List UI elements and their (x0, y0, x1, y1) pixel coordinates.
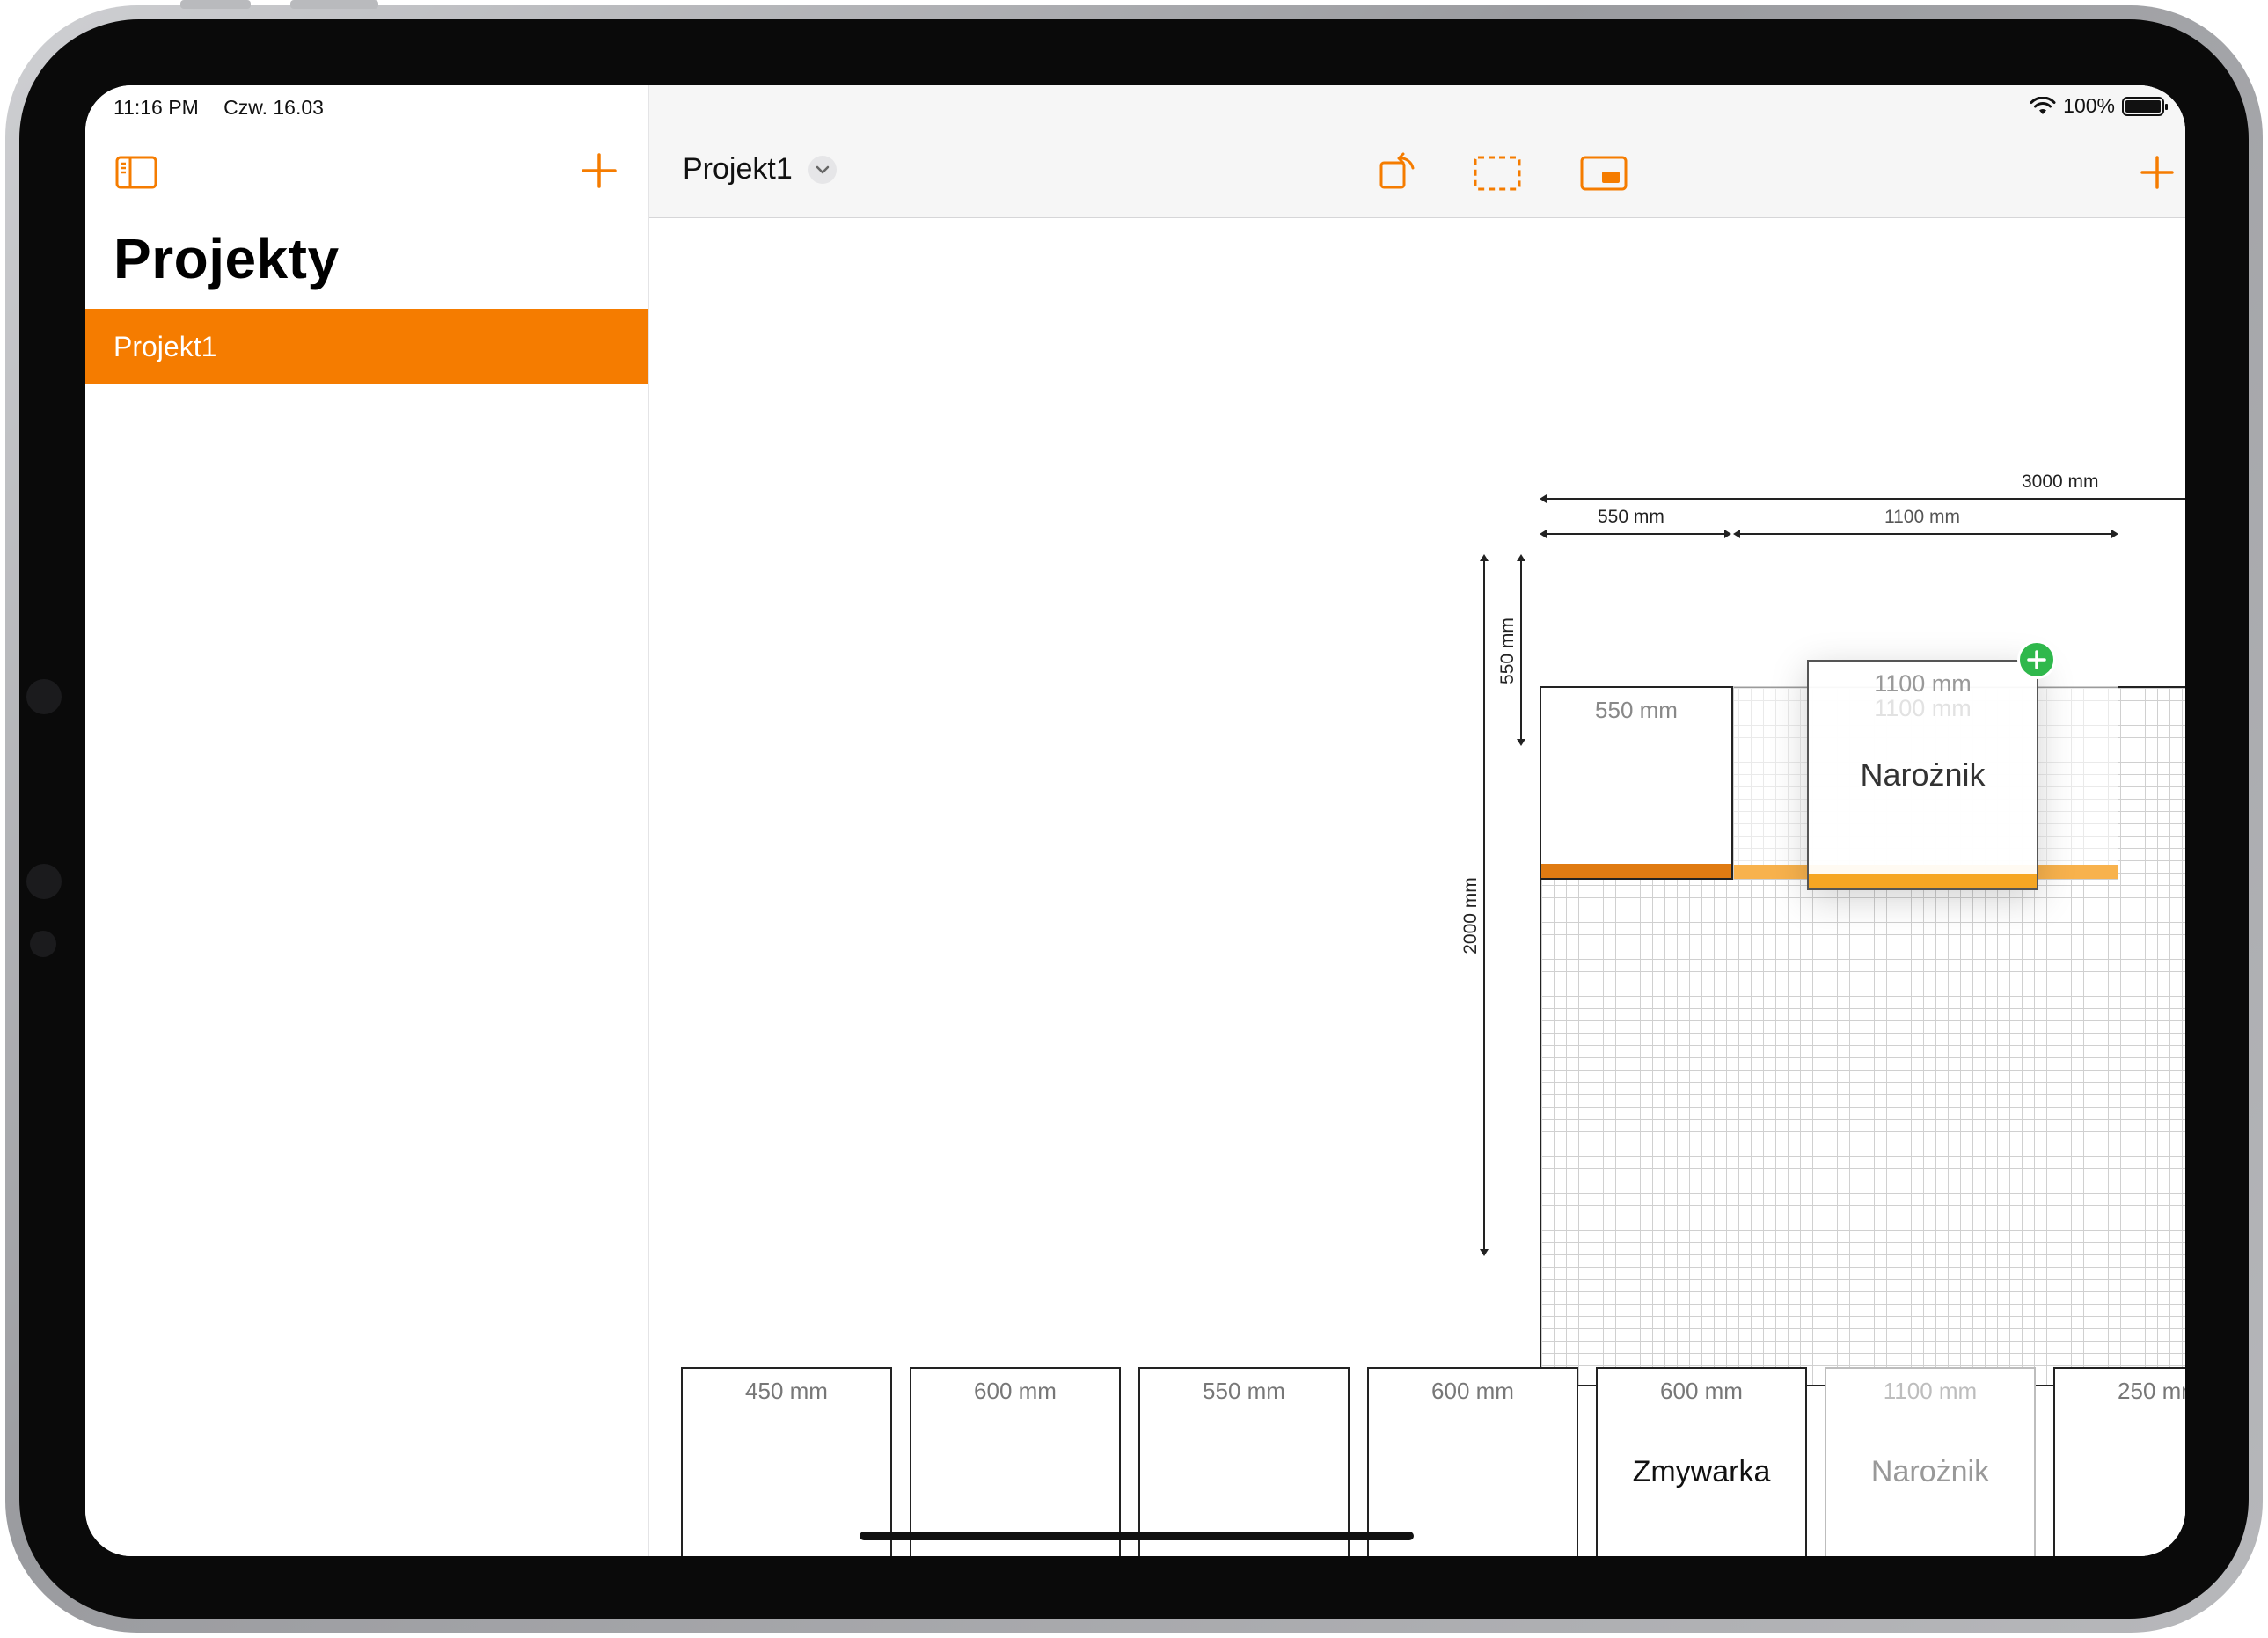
palette-item-size: 600 mm (974, 1378, 1057, 1404)
palette-item-size: 450 mm (745, 1378, 828, 1404)
navigation-bar: 100% Projekt1 (649, 85, 2185, 218)
sidebar: 11:16 PM Czw. 16.03 Projekty Projekt1 (85, 85, 649, 1556)
top-button (180, 0, 251, 9)
selection-icon[interactable] (1474, 156, 1521, 195)
room-width-label: 3000 mm (2022, 472, 2099, 492)
module-size-label: 1100 mm (1874, 670, 1972, 697)
palette-item[interactable]: 600 mm (1367, 1367, 1578, 1556)
dimension-line (1541, 498, 2185, 500)
room-depth-label: 2000 mm (1460, 877, 1481, 954)
module-width-label: 550 mm (1598, 507, 1664, 527)
dimension-arrow (1733, 530, 1740, 538)
status-date: Czw. 16.03 (223, 96, 324, 119)
dimension-arrow (1724, 530, 1731, 538)
plus-icon (2140, 156, 2174, 189)
module-color-stripe (1541, 864, 1731, 878)
dimension-arrow (1480, 1249, 1489, 1256)
dimension-arrow (1480, 554, 1489, 561)
plus-icon (582, 153, 617, 188)
drag-width-label: 1100 mm (1884, 507, 1960, 527)
dimension-line (1483, 556, 1485, 1254)
dimension-arrow (2111, 530, 2118, 538)
chevron-down-icon[interactable] (808, 156, 837, 184)
palette-item-size: 600 mm (1431, 1378, 1514, 1404)
palette-item[interactable]: 550 mm (1138, 1367, 1350, 1556)
home-indicator[interactable] (860, 1532, 1414, 1540)
battery-percent: 100% (2063, 94, 2115, 117)
dimension-line (1520, 556, 1522, 744)
palette-item-size: 1100 mm (1883, 1378, 1978, 1404)
sidebar-title: Projekty (113, 227, 340, 290)
dimension-arrow (1540, 530, 1547, 538)
top-button (290, 0, 378, 9)
palette-item-zmywarka[interactable]: 600 mm Zmywarka (1596, 1367, 1807, 1556)
placed-module[interactable]: 550 mm (1540, 686, 1733, 880)
wifi-icon (2030, 96, 2056, 114)
palette-item-name: Narożnik (1870, 1455, 1990, 1488)
sidebar-item-label: Projekt1 (113, 331, 217, 362)
module-depth-label: 550 mm (1497, 618, 1518, 684)
module-color-stripe (1809, 874, 2037, 888)
palette-item[interactable]: 600 mm (910, 1367, 1121, 1556)
battery-icon (2122, 96, 2168, 116)
add-project-button[interactable] (581, 152, 618, 189)
status-time: 11:16 PM (113, 96, 199, 119)
dimension-arrow (1517, 554, 1525, 561)
dimension-line (1735, 533, 2117, 535)
palette-item-size: 550 mm (1203, 1378, 1285, 1404)
module-name-label: Narożnik (1860, 757, 1986, 793)
status-bar-left: 11:16 PM Czw. 16.03 (113, 96, 343, 120)
palette-item-narożnik[interactable]: 1100 mm Narożnik (1825, 1367, 2036, 1556)
sidebar-item-projekt1[interactable]: Projekt1 (85, 309, 648, 384)
dimension-arrow (1517, 739, 1525, 746)
status-bar-right: 100% (2030, 94, 2168, 118)
module-size-label: 550 mm (1595, 697, 1678, 723)
room-canvas[interactable]: 3000 mm 550 mm 2000 mm 550 mm 550 mm 110… (649, 218, 2185, 1556)
dragged-module-narożnik[interactable]: 1100 mm 1100 mm Narożnik (1807, 660, 2038, 890)
picture-in-picture-icon[interactable] (1580, 156, 1628, 195)
dimension-line (1541, 533, 1730, 535)
camera-dot (26, 679, 62, 714)
rotate-icon[interactable] (1379, 150, 1419, 195)
palette-item[interactable]: 450 mm (681, 1367, 892, 1556)
camera-dot (30, 931, 56, 957)
palette-item-size: 250 mm (2118, 1378, 2185, 1404)
sidebar-toggle-icon[interactable] (115, 156, 157, 189)
project-title[interactable]: Projekt1 (683, 152, 793, 186)
add-item-button[interactable] (2140, 155, 2175, 194)
palette-item-size: 600 mm (1660, 1378, 1743, 1404)
screen: 11:16 PM Czw. 16.03 Projekty Projekt1 10… (85, 85, 2185, 1556)
dimension-arrow (1540, 494, 1547, 503)
add-badge-icon (2017, 640, 2056, 679)
camera-dot (26, 864, 62, 899)
module-size-echo: 1100 mm (1874, 695, 1972, 721)
module-palette[interactable]: 450 mm 600 mm 550 mm 600 mm 600 mm Zmywa… (681, 1367, 2185, 1556)
palette-item-name: Zmywarka (1632, 1455, 1771, 1488)
detail-pane: 100% Projekt1 3000 mm 550 mm 2000 mm 550… (649, 85, 2185, 1556)
palette-item[interactable]: 250 mm (2053, 1367, 2185, 1556)
